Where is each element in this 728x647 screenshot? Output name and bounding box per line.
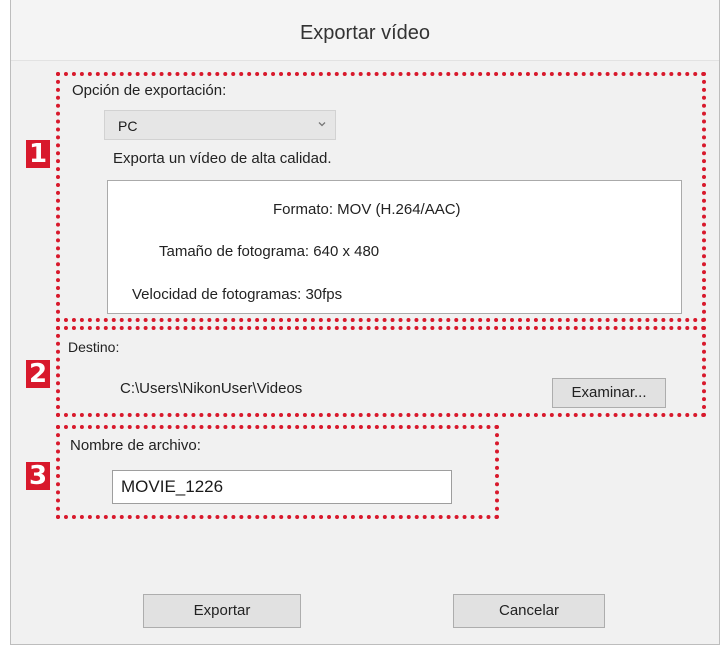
chevron-down-icon	[318, 122, 326, 127]
callout-badge-1: 1	[26, 140, 50, 168]
filename-input[interactable]	[112, 470, 452, 504]
cancel-button[interactable]: Cancelar	[453, 594, 605, 628]
frame-rate-info: Velocidad de fotogramas: 30fps	[132, 286, 343, 303]
export-button[interactable]: Exportar	[143, 594, 301, 628]
frame-size-info: Tamaño de fotograma: 640 x 480	[159, 243, 380, 260]
format-info: Formato: MOV (H.264/AAC)	[273, 201, 461, 218]
callout-badge-2: 2	[26, 360, 50, 388]
export-option-select[interactable]: PC	[104, 110, 336, 140]
filename-label: Nombre de archivo:	[70, 437, 201, 454]
dialog-title: Exportar vídeo	[299, 22, 431, 44]
browse-button[interactable]: Examinar...	[552, 378, 666, 408]
export-option-selected-value: PC	[118, 118, 138, 134]
callout-badge-3: 3	[26, 462, 50, 490]
destination-path: C:\Users\NikonUser\Videos	[120, 380, 303, 397]
destination-label: Destino:	[68, 339, 120, 355]
export-settings-info-box: Formato: MOV (H.264/AAC) Tamaño de fotog…	[107, 180, 682, 314]
dialog-title-bar: Exportar vídeo	[11, 0, 719, 61]
export-option-description: Exporta un vídeo de alta calidad.	[113, 150, 332, 167]
export-option-label: Opción de exportación:	[72, 82, 227, 99]
